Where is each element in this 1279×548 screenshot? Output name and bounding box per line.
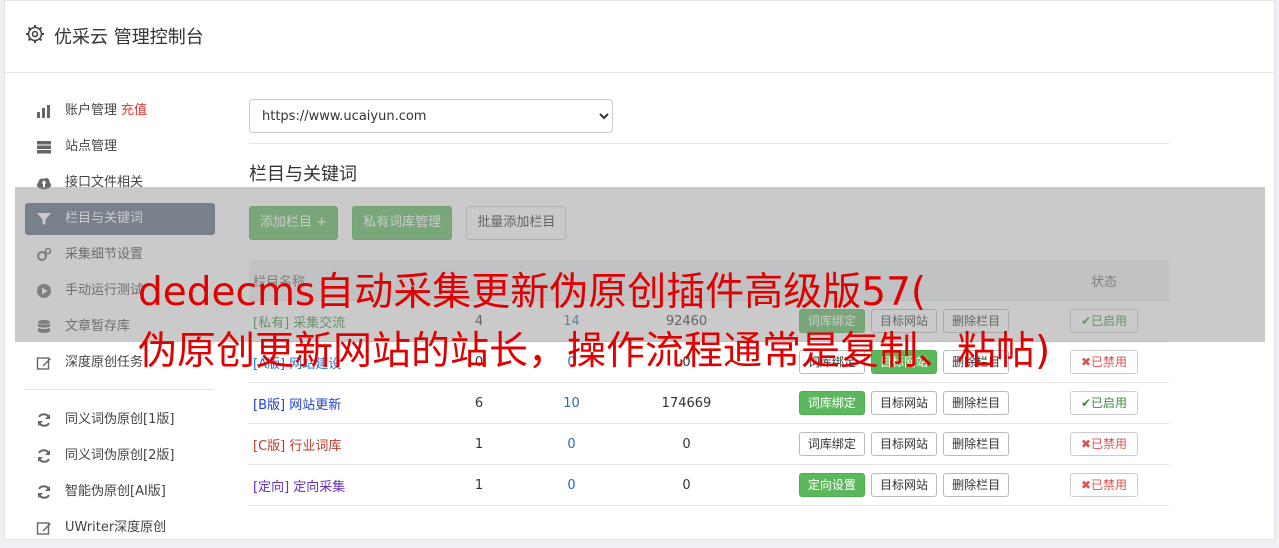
status-label: 已禁用 bbox=[1091, 437, 1128, 451]
count-link-cell[interactable]: 10 bbox=[539, 382, 604, 424]
total-cell: 0 bbox=[604, 464, 769, 506]
sidebar-item-label: UWriter深度原创 bbox=[65, 520, 167, 535]
table-row: [C版] 行业词库 1 0 0 词库绑定 目标网站 删除栏目 ✖已禁用 bbox=[249, 423, 1169, 465]
bind-lib-button[interactable]: 词库绑定 bbox=[798, 432, 865, 456]
site-select[interactable]: https://www.ucaiyun.com bbox=[249, 99, 613, 133]
sidebar-item-ai-original[interactable]: 智能伪原创[AI版] bbox=[25, 476, 215, 508]
section-title: 栏目与关键词 bbox=[249, 164, 357, 185]
column-name[interactable]: 定向采集 bbox=[293, 480, 345, 495]
delete-column-button[interactable]: 删除栏目 bbox=[943, 473, 1010, 497]
watermark-overlay bbox=[15, 187, 1265, 342]
column-name-cell[interactable]: [B版] 网站更新 bbox=[249, 382, 419, 424]
delete-column-button[interactable]: 删除栏目 bbox=[943, 391, 1010, 415]
target-site-button[interactable]: 目标网站 bbox=[870, 391, 937, 415]
sidebar-item-synonym-v2[interactable]: 同义词伪原创[2版] bbox=[25, 440, 215, 472]
status-cell: ✖已禁用 bbox=[1039, 341, 1169, 383]
table-row: [定向] 定向采集 1 0 0 定向设置 目标网站 删除栏目 ✖已禁用 bbox=[249, 464, 1169, 506]
watermark-line-2: 伪原创更新网站的站长，操作流程通常是复制、粘帖) bbox=[138, 329, 1051, 374]
refresh-icon bbox=[38, 413, 50, 427]
check-icon: ✔ bbox=[1080, 396, 1092, 410]
column-name[interactable]: 网站更新 bbox=[289, 398, 341, 413]
sidebar-item-label: 站点管理 bbox=[65, 139, 118, 154]
column-name-cell[interactable]: [C版] 行业词库 bbox=[249, 423, 419, 465]
total-cell: 174669 bbox=[604, 382, 769, 424]
watermark-line-1: dedecms自动采集更新伪原创插件高级版57( bbox=[138, 270, 927, 315]
cross-icon: ✖ bbox=[1080, 355, 1092, 369]
status-label: 已禁用 bbox=[1091, 355, 1128, 369]
section-divider bbox=[249, 143, 1169, 144]
status-cell: ✔已启用 bbox=[1039, 382, 1169, 424]
count-cell: 6 bbox=[419, 382, 539, 424]
edit-icon bbox=[36, 357, 51, 370]
column-tag: [B版] bbox=[253, 397, 286, 413]
column-tag: [定向] bbox=[253, 479, 290, 495]
cross-icon: ✖ bbox=[1080, 478, 1092, 492]
count-cell: 1 bbox=[419, 423, 539, 465]
column-tag: [C版] bbox=[253, 438, 286, 454]
refresh-icon bbox=[38, 449, 50, 463]
edit-icon bbox=[36, 522, 51, 535]
status-toggle[interactable]: ✖已禁用 bbox=[1069, 432, 1139, 456]
delete-column-button[interactable]: 删除栏目 bbox=[943, 432, 1010, 456]
page-header: 优采云 管理控制台 bbox=[5, 1, 1274, 73]
count-link-cell[interactable]: 0 bbox=[539, 464, 604, 506]
status-label: 已启用 bbox=[1091, 396, 1128, 410]
recharge-link[interactable]: 充值 bbox=[121, 103, 147, 118]
column-name-cell[interactable]: [定向] 定向采集 bbox=[249, 464, 419, 506]
sidebar-item-uwriter[interactable]: UWriter深度原创 bbox=[25, 512, 215, 544]
bar-chart-icon bbox=[37, 105, 50, 118]
fixed-setting-button[interactable]: 定向设置 bbox=[798, 473, 865, 497]
cross-icon: ✖ bbox=[1080, 437, 1092, 451]
target-site-button[interactable]: 目标网站 bbox=[870, 473, 937, 497]
actions-cell: 词库绑定 目标网站 删除栏目 bbox=[769, 423, 1039, 465]
sidebar-item-label: 智能伪原创[AI版] bbox=[65, 484, 166, 499]
sidebar-item-label: 深度原创任务 bbox=[65, 355, 144, 370]
status-cell: ✖已禁用 bbox=[1039, 464, 1169, 506]
sidebar-item-sites[interactable]: 站点管理 bbox=[25, 131, 215, 163]
count-cell: 1 bbox=[419, 464, 539, 506]
sidebar-item-account[interactable]: 账户管理 充值 bbox=[25, 95, 215, 127]
status-cell: ✖已禁用 bbox=[1039, 423, 1169, 465]
total-cell: 0 bbox=[604, 423, 769, 465]
sidebar-divider bbox=[25, 389, 213, 390]
target-site-button[interactable]: 目标网站 bbox=[870, 432, 937, 456]
actions-cell: 词库绑定 目标网站 删除栏目 bbox=[769, 382, 1039, 424]
sidebar-item-label: 同义词伪原创[1版] bbox=[65, 412, 175, 427]
gear-icon bbox=[26, 25, 44, 43]
sidebar-item-label: 同义词伪原创[2版] bbox=[65, 448, 175, 463]
actions-cell: 定向设置 目标网站 删除栏目 bbox=[769, 464, 1039, 506]
status-toggle[interactable]: ✖已禁用 bbox=[1069, 350, 1139, 374]
bind-lib-button[interactable]: 词库绑定 bbox=[798, 391, 865, 415]
column-name[interactable]: 行业词库 bbox=[289, 439, 341, 454]
refresh-icon bbox=[38, 485, 50, 499]
status-toggle[interactable]: ✔已启用 bbox=[1069, 391, 1139, 415]
status-toggle[interactable]: ✖已禁用 bbox=[1069, 473, 1139, 497]
count-link-cell[interactable]: 0 bbox=[539, 423, 604, 465]
table-row: [B版] 网站更新 6 10 174669 词库绑定 目标网站 删除栏目 ✔已启… bbox=[249, 382, 1169, 424]
page-title: 优采云 管理控制台 bbox=[54, 27, 204, 48]
server-icon bbox=[37, 141, 51, 154]
sidebar-item-label: 账户管理 bbox=[65, 103, 118, 118]
status-label: 已禁用 bbox=[1091, 478, 1128, 492]
sidebar-item-synonym-v1[interactable]: 同义词伪原创[1版] bbox=[25, 404, 215, 436]
